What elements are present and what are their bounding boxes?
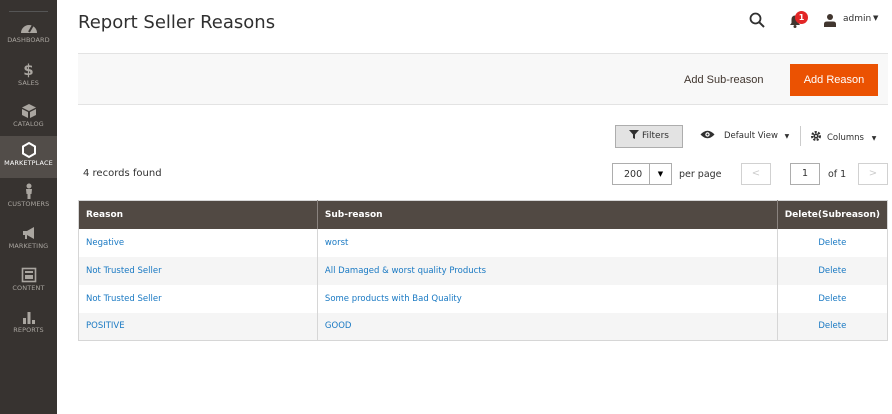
sidebar-item-label: DASHBOARD <box>7 36 50 44</box>
sidebar-item-sales[interactable]: $ SALES <box>0 57 57 99</box>
reason-cell[interactable]: Not Trusted Seller <box>78 256 318 285</box>
delete-link[interactable]: Delete <box>777 312 888 341</box>
funnel-icon <box>629 130 639 139</box>
records-found: 4 records found <box>83 168 162 179</box>
next-page-button[interactable]: > <box>858 163 888 185</box>
cube-icon <box>21 104 36 118</box>
user-icon[interactable] <box>823 13 837 27</box>
sidebar-item-label: CUSTOMERS <box>7 200 50 208</box>
dollar-icon: $ <box>23 61 34 79</box>
sidebar-item-customers[interactable]: CUSTOMERS <box>0 178 57 220</box>
sidebar-item-catalog[interactable]: CATALOG <box>0 98 57 140</box>
table-row[interactable]: Not Trusted Seller All Damaged & worst q… <box>78 256 888 285</box>
grid-header-row: Reason Sub-reason Delete(Subreason) <box>78 200 888 229</box>
columns-label: Columns <box>827 133 864 143</box>
reason-cell[interactable]: Not Trusted Seller <box>78 284 318 313</box>
default-view-dropdown[interactable]: Default View ▼ <box>700 130 789 141</box>
sidebar-item-dashboard[interactable]: DASHBOARD <box>0 14 57 56</box>
sidebar-item-label: CONTENT <box>12 284 45 292</box>
per-page-label: per page <box>679 169 722 180</box>
subreason-cell[interactable]: All Damaged & worst quality Products <box>317 256 778 285</box>
columns-dropdown[interactable]: Columns ▼ <box>810 130 876 143</box>
admin-user-menu[interactable]: admin <box>843 14 871 24</box>
page-actions-bar: Add Sub-reason Add Reason <box>78 53 888 105</box>
subreason-cell[interactable]: GOOD <box>317 312 778 341</box>
page-total: of 1 <box>828 169 847 180</box>
chevron-down-icon: ▼ <box>871 135 877 142</box>
sidebar-item-label: CATALOG <box>13 120 44 128</box>
layout-icon <box>21 267 36 283</box>
per-page-value: 200 <box>624 169 643 180</box>
default-view-label: Default View <box>724 131 778 141</box>
chevron-down-icon[interactable]: ▼ <box>873 14 878 22</box>
reason-cell[interactable]: POSITIVE <box>78 312 318 341</box>
filters-button[interactable]: Filters <box>615 125 683 148</box>
dashboard-icon <box>20 24 37 33</box>
column-header-reason[interactable]: Reason <box>78 200 318 229</box>
hexagon-icon <box>21 141 36 159</box>
eye-icon <box>700 130 715 139</box>
sidebar-item-label: SALES <box>17 79 40 87</box>
table-row[interactable]: POSITIVE GOOD Delete <box>78 312 888 341</box>
table-row[interactable]: Not Trusted Seller Some products with Ba… <box>78 284 888 313</box>
sidebar-item-content[interactable]: CONTENT <box>0 262 57 304</box>
sidebar-item-label: REPORTS <box>13 326 44 334</box>
bar-chart-icon <box>22 312 35 324</box>
subreason-cell[interactable]: worst <box>317 228 778 257</box>
notification-badge: 1 <box>795 11 808 24</box>
toolbar-divider <box>800 126 801 146</box>
delete-link[interactable]: Delete <box>777 285 887 313</box>
megaphone-icon <box>22 227 34 239</box>
column-header-delete[interactable]: Delete(Subreason) <box>777 200 888 229</box>
page-title: Report Seller Reasons <box>78 12 276 33</box>
search-icon[interactable] <box>749 12 765 28</box>
filters-label: Filters <box>642 131 669 141</box>
reason-cell[interactable]: Negative <box>78 228 318 257</box>
sidebar-item-label: MARKETPLACE <box>4 159 53 167</box>
subreason-cell[interactable]: Some products with Bad Quality <box>317 284 778 313</box>
admin-sidebar: DASHBOARD $ SALES CATALOG MARKETPLACE CU… <box>0 0 57 414</box>
per-page-select[interactable]: 200 ▼ <box>612 163 672 185</box>
delete-link[interactable]: Delete <box>777 256 888 285</box>
delete-link[interactable]: Delete <box>777 229 887 257</box>
column-header-subreason[interactable]: Sub-reason <box>317 200 778 229</box>
chevron-down-icon[interactable]: ▼ <box>649 164 671 184</box>
page-number-input[interactable]: 1 <box>790 163 820 185</box>
sidebar-top-divider <box>9 11 48 12</box>
sidebar-item-reports[interactable]: REPORTS <box>0 304 57 346</box>
gear-icon <box>811 131 821 141</box>
person-icon <box>25 183 32 199</box>
add-subreason-button[interactable]: Add Sub-reason <box>676 66 772 94</box>
chevron-down-icon: ▼ <box>784 133 790 140</box>
reasons-grid: Reason Sub-reason Delete(Subreason) Nega… <box>78 200 888 341</box>
table-row[interactable]: Negative worst Delete <box>78 228 888 257</box>
sidebar-item-marketing[interactable]: MARKETING <box>0 220 57 262</box>
sidebar-item-marketplace[interactable]: MARKETPLACE <box>0 136 57 178</box>
previous-page-button[interactable]: < <box>741 163 771 185</box>
sidebar-item-label: MARKETING <box>8 242 49 250</box>
add-reason-button[interactable]: Add Reason <box>790 64 878 96</box>
